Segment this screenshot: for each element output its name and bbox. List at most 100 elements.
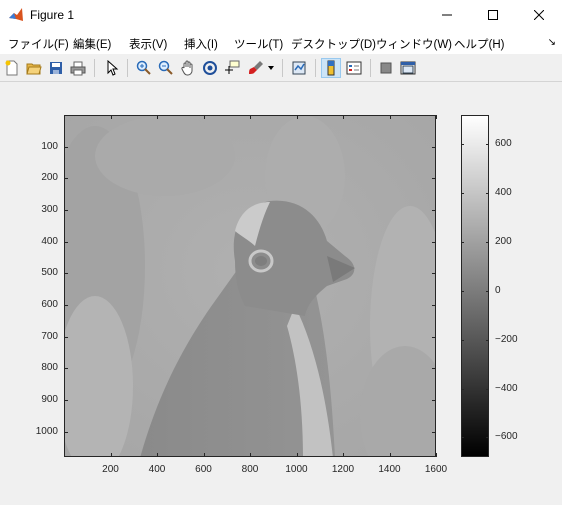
- colorbar-tick-mark: [461, 339, 464, 341]
- colorbar-tick-mark: [486, 290, 489, 292]
- toolbar-separator: [370, 59, 371, 77]
- y-tick-label: 600: [41, 299, 58, 310]
- colorbar-tick-label: −200: [495, 333, 518, 345]
- x-tick-mark: [250, 453, 251, 457]
- x-tick-mark: [250, 115, 251, 119]
- colorbar-tick-label: 0: [495, 284, 501, 296]
- y-tick-label: 700: [41, 330, 58, 342]
- x-tick-mark: [157, 115, 158, 119]
- y-tick-label: 400: [41, 235, 58, 247]
- toolbar-separator: [94, 59, 95, 77]
- zoom-in-icon[interactable]: [134, 58, 154, 78]
- matlab-logo-icon: [8, 7, 24, 23]
- x-tick-label: 1200: [331, 464, 355, 475]
- x-tick-label: 400: [148, 464, 166, 475]
- colorbar-tick-mark: [461, 193, 464, 195]
- menu-insert[interactable]: 挿入(I): [184, 36, 218, 52]
- x-tick-mark: [436, 453, 437, 457]
- link-plot-icon[interactable]: [289, 58, 309, 78]
- x-tick-label: 600: [195, 464, 212, 475]
- window-title: Figure 1: [30, 8, 75, 22]
- colorbar-tick-mark: [461, 242, 464, 244]
- y-tick-mark: [64, 305, 68, 306]
- colorbar-tick-mark: [486, 388, 489, 390]
- toolbar-separator: [315, 59, 316, 77]
- menu-view[interactable]: 表示(V): [129, 36, 167, 52]
- show-plot-tools-icon[interactable]: [398, 58, 418, 78]
- y-tick-mark: [64, 210, 68, 211]
- y-tick-label: 100: [41, 140, 58, 152]
- image-axes[interactable]: [64, 115, 436, 457]
- x-tick-label: 1400: [378, 464, 401, 475]
- rotate-3d-icon[interactable]: [200, 58, 220, 78]
- y-tick-label: 900: [41, 394, 58, 405]
- colorbar-tick-label: −600: [495, 431, 518, 443]
- x-tick-mark: [157, 453, 158, 457]
- y-tick-mark: [64, 178, 68, 180]
- x-tick-label: 1000: [285, 464, 308, 475]
- menu-file[interactable]: ファイル(F): [8, 36, 69, 52]
- figure-toolbar: [0, 54, 562, 82]
- x-tick-label: 200: [102, 464, 119, 475]
- y-tick-mark: [64, 241, 68, 243]
- title-bar: Figure 1: [0, 0, 562, 30]
- menu-help[interactable]: ヘルプ(H): [454, 36, 504, 52]
- y-tick-mark: [432, 241, 436, 243]
- print-icon[interactable]: [68, 58, 88, 78]
- x-tick-mark: [436, 115, 437, 119]
- colorbar-tick-mark: [461, 290, 464, 292]
- x-tick-label: 1600: [424, 464, 448, 475]
- x-tick-mark: [296, 115, 298, 119]
- menu-window[interactable]: ウィンドウ(W): [376, 36, 452, 52]
- hide-plot-tools-icon[interactable]: [376, 58, 396, 78]
- x-tick-mark: [389, 115, 391, 119]
- y-tick-label: 200: [41, 172, 58, 184]
- y-tick-mark: [432, 273, 436, 275]
- y-tick-label: 500: [41, 267, 58, 279]
- pointer-icon[interactable]: [102, 58, 122, 78]
- colorbar-tick-label: 400: [495, 187, 512, 199]
- minimize-button[interactable]: [424, 0, 470, 30]
- colorbar-tick-mark: [486, 193, 489, 195]
- y-tick-mark: [64, 368, 68, 370]
- new-figure-icon[interactable]: [2, 58, 22, 78]
- pan-hand-icon[interactable]: [178, 58, 198, 78]
- data-cursor-icon[interactable]: [222, 58, 242, 78]
- colorbar-tick-mark: [486, 437, 489, 439]
- colorbar-tick-mark: [486, 242, 489, 244]
- penguin-image: [65, 116, 435, 456]
- y-tick-mark: [64, 146, 68, 148]
- menu-desktop[interactable]: デスクトップ(D): [291, 36, 376, 52]
- y-tick-mark: [64, 336, 68, 338]
- y-tick-label: 300: [41, 204, 58, 215]
- y-tick-mark: [64, 400, 68, 401]
- brush-icon[interactable]: [246, 58, 266, 78]
- menu-edit[interactable]: 編集(E): [73, 36, 111, 52]
- x-tick-label: 800: [241, 464, 259, 475]
- open-file-icon[interactable]: [24, 58, 44, 78]
- close-button[interactable]: [516, 0, 562, 30]
- colorbar-tick-mark: [461, 388, 464, 390]
- y-tick-mark: [432, 305, 436, 306]
- x-tick-mark: [389, 453, 391, 457]
- y-tick-mark: [432, 146, 436, 148]
- brush-dropdown-icon[interactable]: [266, 58, 276, 78]
- legend-icon[interactable]: [344, 58, 364, 78]
- y-tick-mark: [64, 273, 68, 275]
- x-tick-mark: [343, 115, 344, 119]
- colorbar-tick-mark: [486, 144, 489, 146]
- x-tick-mark: [110, 115, 112, 119]
- colorbar-tick-label: 200: [495, 236, 512, 248]
- zoom-out-icon[interactable]: [156, 58, 176, 78]
- y-tick-mark: [432, 431, 436, 433]
- save-icon[interactable]: [46, 58, 66, 78]
- x-tick-mark: [343, 453, 344, 457]
- dock-arrow-icon[interactable]: ↘: [548, 37, 556, 48]
- colorbar-icon[interactable]: [321, 58, 341, 78]
- y-tick-label: 1000: [35, 425, 58, 437]
- toolbar-separator: [282, 59, 283, 77]
- colorbar[interactable]: [461, 115, 489, 457]
- maximize-button[interactable]: [470, 0, 516, 30]
- x-tick-mark: [110, 453, 112, 457]
- menu-tools[interactable]: ツール(T): [234, 36, 283, 52]
